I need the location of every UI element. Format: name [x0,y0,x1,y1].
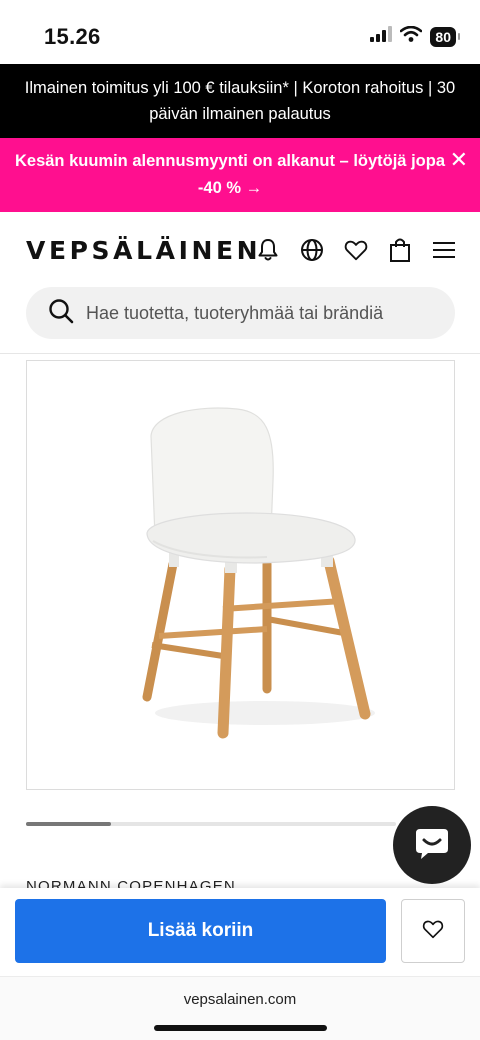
status-icons: 80 [370,25,460,47]
cellular-signal-icon [370,26,393,47]
add-to-cart-button[interactable]: Lisää koriin [15,899,386,963]
search-icon [48,298,74,329]
chat-button[interactable] [393,806,471,884]
status-time: 15.26 [44,24,101,49]
close-icon[interactable]: ✕ [450,148,468,172]
status-bar: 15.26 80 [0,0,480,64]
shopping-bag-icon[interactable] [388,238,412,262]
search-bar[interactable]: Hae tuotetta, tuoteryhmää tai brändiä [26,287,455,339]
menu-icon[interactable] [432,238,456,262]
home-indicator [154,1025,327,1031]
gallery-scrollbar-thumb[interactable] [26,822,111,826]
chair-image [142,407,375,739]
browser-address-bar: vepsalainen.com [0,976,480,1040]
url-label[interactable]: vepsalainen.com [0,991,480,1008]
site-header: VEPSÄLÄINEN [0,212,480,288]
favorite-button[interactable] [401,899,465,963]
battery-icon: 80 [430,26,460,47]
chat-bubble-icon [412,823,452,868]
wifi-icon [400,25,423,47]
sale-banner-text[interactable]: Kesän kuumin alennusmyynti on alkanut – … [15,152,445,197]
bell-icon[interactable] [256,238,280,262]
heart-icon[interactable] [344,238,368,262]
logo[interactable]: VEPSÄLÄINEN [26,236,261,265]
sale-banner[interactable]: Kesän kuumin alennusmyynti on alkanut – … [0,138,480,212]
shipping-info-text: Ilmainen toimitus yli 100 € tilauksiin* … [24,79,456,123]
divider [0,353,480,354]
heart-icon [422,919,444,944]
shipping-info-banner: Ilmainen toimitus yli 100 € tilauksiin* … [0,64,480,138]
product-image[interactable] [26,360,455,790]
globe-icon[interactable] [300,238,324,262]
header-icons [256,238,456,262]
sticky-action-bar: Lisää koriin [0,888,480,976]
search-input[interactable]: Hae tuotetta, tuoteryhmää tai brändiä [86,303,383,324]
